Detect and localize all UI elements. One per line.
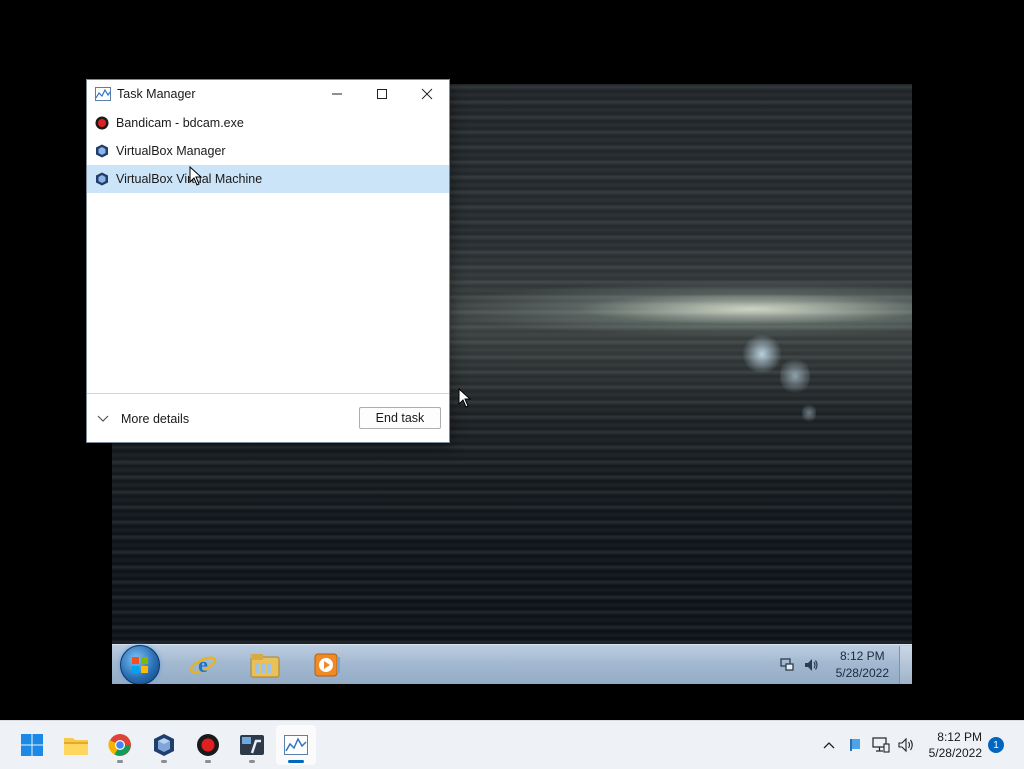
task-manager-footer: More details End task [87,393,449,443]
host-taskbar: 8:12 PM 5/28/2022 1 [0,720,1024,769]
process-row-bandicam[interactable]: Bandicam - bdcam.exe [87,109,449,137]
active-indicator [288,760,304,763]
virtualbox-icon [94,171,110,187]
svg-text:e: e [198,652,208,677]
vm-system-tray: 8:12 PM 5/28/2022 [778,645,912,684]
tray-app-icon[interactable] [845,735,865,755]
light-flare [802,402,816,424]
windows-start-button[interactable] [12,725,52,765]
host-clock-time: 8:12 PM [937,730,982,744]
process-row-virtualbox-manager[interactable]: VirtualBox Manager [87,137,449,165]
volume-icon[interactable] [897,735,917,755]
close-button[interactable] [404,80,449,108]
file-explorer-icon [64,738,88,755]
running-indicator [117,760,123,763]
task-manager-icon [95,87,111,101]
windows-explorer-icon[interactable] [246,648,284,682]
maximize-icon [376,89,387,99]
running-indicator [161,760,167,763]
taskbar-file-explorer[interactable] [56,725,96,765]
show-hidden-icons-button[interactable] [819,735,839,755]
media-player-icon[interactable] [308,648,346,682]
maximize-button[interactable] [359,80,404,108]
minimize-icon [331,93,342,95]
vm-clock-time: 8:12 PM [839,649,885,663]
bandicam-icon [197,734,219,756]
taskbar-task-manager[interactable] [276,725,316,765]
bandicam-record-icon [94,115,110,131]
windows7-logo-app-icon [240,735,264,755]
blue-flag-icon [849,739,860,751]
light-flare [742,334,782,374]
windows-flag-icon [132,657,148,673]
more-details-label: More details [121,411,190,426]
vm-show-desktop-button[interactable] [899,646,912,684]
virtualbox-icon [94,143,110,159]
windows7-start-orb[interactable] [120,645,160,684]
more-details-toggle[interactable]: More details [97,412,189,426]
taskbar-bandicam[interactable] [188,725,228,765]
process-row-virtualbox-virtual-machine[interactable]: VirtualBox Virtual Machine [87,165,449,193]
task-manager-window: Task Manager Bandicam - bdcam.exe Virtua… [86,79,450,443]
windows-start-icon [21,734,43,756]
volume-icon[interactable] [802,656,820,674]
running-indicator [249,760,255,763]
chevron-down-icon [97,413,109,425]
task-manager-icon [284,735,308,755]
process-name: Bandicam - bdcam.exe [116,116,244,130]
close-icon [421,88,432,100]
internet-explorer-icon[interactable]: e [184,648,222,682]
chrome-icon [108,734,131,756]
notification-badge[interactable]: 1 [988,737,1004,753]
process-name: VirtualBox Manager [116,144,226,158]
process-list: Bandicam - bdcam.exe VirtualBox Manager … [87,109,449,393]
mouse-cursor-icon [189,166,203,186]
network-icon[interactable] [871,735,891,755]
taskbar-windows7-app[interactable] [232,725,272,765]
taskbar-virtualbox[interactable] [144,725,184,765]
window-title: Task Manager [117,87,196,101]
mouse-cursor-icon [458,388,472,408]
running-indicator [205,760,211,763]
chevron-up-icon [823,742,835,749]
host-clock[interactable]: 8:12 PM 5/28/2022 [929,729,982,761]
host-system-tray: 8:12 PM 5/28/2022 1 [819,721,1024,769]
taskbar-chrome[interactable] [100,725,140,765]
network-icon[interactable] [778,656,796,674]
vm-clock[interactable]: 8:12 PM 5/28/2022 [836,648,889,682]
task-manager-titlebar[interactable]: Task Manager [87,80,449,108]
light-flare [780,356,810,396]
host-clock-date: 5/28/2022 [928,746,982,760]
vm-taskbar: e 8:12 PM 5/28/2022 [112,644,912,684]
end-task-button[interactable]: End task [359,407,441,429]
vm-clock-date: 5/28/2022 [835,666,889,680]
virtualbox-icon [154,734,174,756]
minimize-button[interactable] [314,80,359,108]
